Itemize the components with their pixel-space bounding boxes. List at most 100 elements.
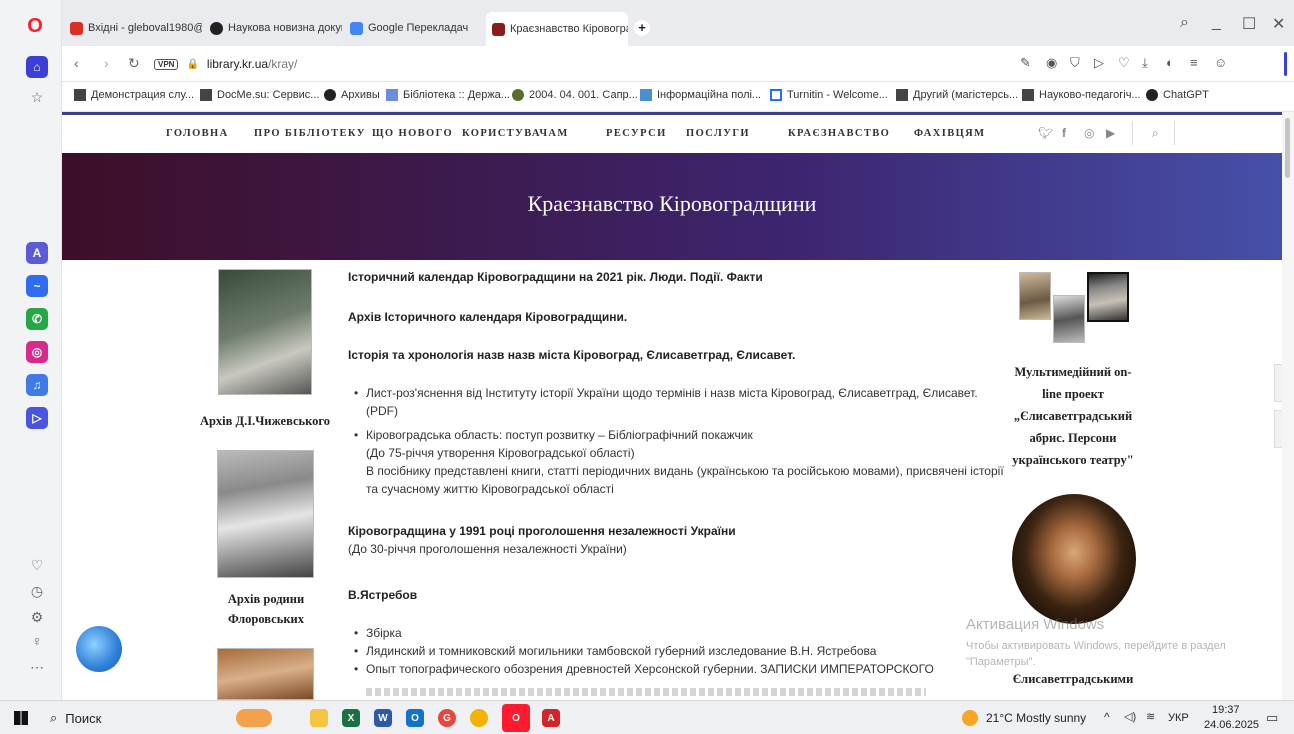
shevchenko-portrait[interactable] bbox=[1012, 494, 1136, 624]
clock-time[interactable]: 19:37 bbox=[1212, 704, 1240, 716]
word-icon[interactable]: W bbox=[374, 709, 392, 727]
nav-home[interactable]: ГОЛОВНА bbox=[166, 128, 229, 139]
bookmark-item[interactable]: Архивы bbox=[324, 89, 380, 101]
bookmark-item[interactable]: Turnitin - Welcome... bbox=[770, 89, 888, 101]
tips-icon[interactable]: ♀ bbox=[28, 632, 46, 650]
new-tab-button[interactable]: + bbox=[634, 20, 650, 36]
excel-icon[interactable]: X bbox=[342, 709, 360, 727]
weather-text[interactable]: 21°C Mostly sunny bbox=[986, 711, 1086, 725]
multimedia-project-line3[interactable]: „Єлисаветградський bbox=[998, 409, 1148, 424]
opera-logo-icon[interactable]: O bbox=[24, 15, 46, 37]
music-icon[interactable]: ♫ bbox=[26, 374, 48, 396]
network-icon[interactable]: ≋ bbox=[1146, 710, 1155, 723]
bookmark-item[interactable]: Другий (магістерсь... bbox=[896, 89, 1018, 101]
multimedia-project-line4[interactable]: абрис. Персони bbox=[998, 431, 1148, 446]
more-icon[interactable]: ⋯ bbox=[28, 658, 46, 676]
send-icon[interactable]: ▷ bbox=[1094, 55, 1104, 71]
chyzhevsky-portrait[interactable] bbox=[218, 269, 312, 395]
history-icon[interactable]: ◷ bbox=[28, 582, 46, 600]
vpn-badge[interactable]: VPN bbox=[154, 58, 179, 70]
reload-icon[interactable]: ↻ bbox=[128, 55, 140, 72]
heart-icon[interactable]: ♡ bbox=[1118, 55, 1130, 71]
nav-local-history[interactable]: КРАЄЗНАВСТВО bbox=[788, 128, 890, 139]
back-icon[interactable]: ‹ bbox=[74, 55, 79, 71]
font-size-button[interactable]: тT bbox=[1274, 410, 1282, 448]
globe-icon[interactable] bbox=[76, 626, 122, 672]
url-field[interactable]: VPN 🔒 library.kr.ua/kray/ bbox=[154, 52, 1014, 76]
bookmark-item[interactable]: Демонстрация слу... bbox=[74, 89, 194, 101]
instagram-icon[interactable]: ◎ bbox=[1084, 126, 1094, 140]
independence-1991-link[interactable]: Кіровоградщина у 1991 році проголошення … bbox=[348, 522, 998, 540]
weather-icon[interactable] bbox=[962, 710, 978, 726]
theatre-photo-3[interactable] bbox=[1087, 272, 1129, 322]
pdf-label[interactable]: (PDF) bbox=[366, 402, 398, 420]
theatre-photo-1[interactable] bbox=[1019, 272, 1051, 320]
burial-grounds-bullet[interactable]: Лядинский и томниковский могильники тамб… bbox=[354, 642, 1006, 660]
third-portrait[interactable] bbox=[217, 648, 314, 700]
nav-news[interactable]: ЩО НОВОГО bbox=[372, 128, 453, 139]
close-button[interactable]: ✕ bbox=[1272, 14, 1285, 34]
topographic-review-bullet[interactable]: Опыт топографического обозрения древност… bbox=[354, 660, 1006, 678]
acrobat-icon[interactable]: A bbox=[542, 709, 560, 727]
multimedia-project-line2[interactable]: line проект bbox=[998, 387, 1148, 402]
youtube-icon[interactable]: ▶ bbox=[1106, 126, 1115, 140]
nav-specialists[interactable]: ФАХІВЦЯМ bbox=[914, 128, 985, 139]
shield-icon[interactable]: ⛉ bbox=[1070, 55, 1080, 71]
taskbar-search[interactable]: ⌕ Поиск bbox=[50, 710, 101, 726]
calendar-2021-link[interactable]: Історичний календар Кіровоградщини на 20… bbox=[348, 268, 998, 286]
city-names-history-link[interactable]: Історія та хронологія назв назв міста Кі… bbox=[348, 346, 998, 364]
nav-users[interactable]: КОРИСТУВАЧАМ bbox=[462, 128, 569, 139]
calendar-archive-link[interactable]: Архів Історичного календаря Кіровоградщи… bbox=[348, 308, 998, 326]
favorites-icon[interactable]: ♡ bbox=[28, 556, 46, 574]
speed-dial-icon[interactable]: ☆ bbox=[28, 88, 46, 106]
settings-icon[interactable]: ⚙ bbox=[28, 608, 46, 626]
tray-arrow-icon[interactable]: ^ bbox=[1104, 710, 1110, 724]
tab-translate[interactable]: Google Перекладач bbox=[344, 14, 482, 42]
profile-icon[interactable]: ☺ bbox=[1214, 55, 1227, 70]
instagram-icon[interactable]: ◎ bbox=[26, 341, 48, 363]
forward-icon[interactable]: › bbox=[104, 55, 109, 71]
chyzhevsky-archive-link[interactable]: Архів Д.І.Чижевського bbox=[194, 414, 336, 429]
edit-icon[interactable]: ✎ bbox=[1020, 55, 1031, 71]
florovsky-archive-link-2[interactable]: Флоровських bbox=[212, 612, 320, 627]
bookmark-item[interactable]: ChatGPT bbox=[1146, 89, 1209, 101]
twitter-icon[interactable]: 🐦︎ bbox=[1038, 126, 1053, 140]
chrome-icon[interactable]: G bbox=[438, 709, 456, 727]
tab-doc[interactable]: Наукова новизна докуме bbox=[204, 14, 342, 42]
facebook-icon[interactable]: f bbox=[1062, 126, 1066, 140]
theatre-photo-2[interactable] bbox=[1053, 295, 1085, 343]
language-indicator[interactable]: УКР bbox=[1168, 712, 1189, 724]
yastrebov-heading[interactable]: В.Ястребов bbox=[348, 586, 417, 604]
multimedia-project-line1[interactable]: Мультимедійний on- bbox=[998, 365, 1148, 380]
chrome-alt-icon[interactable] bbox=[470, 709, 488, 727]
tab-search-icon[interactable]: ⌕ bbox=[1180, 14, 1189, 32]
maximize-button[interactable]: ☐ bbox=[1242, 14, 1256, 34]
player-icon[interactable]: ▷ bbox=[26, 407, 48, 429]
search-icon[interactable]: ⌕ bbox=[1152, 126, 1159, 141]
download-icon[interactable]: ⤓ bbox=[1142, 55, 1148, 71]
bottom-caption[interactable]: Єлисаветградськими bbox=[998, 672, 1148, 687]
letter-bullet[interactable]: Лист-роз'яснення від Інституту історії У… bbox=[354, 384, 1006, 402]
home-icon[interactable]: ⌂ bbox=[26, 56, 48, 78]
bookmark-item[interactable]: Бібліотека :: Держа... bbox=[386, 89, 510, 101]
aria-icon[interactable]: A bbox=[26, 242, 48, 264]
whatsapp-icon[interactable]: ✆ bbox=[26, 308, 48, 330]
florovsky-portrait[interactable] bbox=[217, 450, 314, 578]
nav-about[interactable]: ПРО БІБЛІОТЕКУ bbox=[254, 128, 366, 139]
outlook-icon[interactable]: O bbox=[406, 709, 424, 727]
toggle-icon[interactable]: ◐ bbox=[1166, 55, 1174, 70]
messenger-icon[interactable]: ~ bbox=[26, 275, 48, 297]
collection-bullet[interactable]: Збірка bbox=[354, 624, 402, 642]
bookmark-item[interactable]: DocMe.su: Сервис... bbox=[200, 89, 319, 101]
page-scrollbar[interactable] bbox=[1282, 112, 1294, 700]
news-widget-icon[interactable] bbox=[236, 709, 272, 727]
file-explorer-icon[interactable] bbox=[310, 709, 328, 727]
scrollbar-thumb[interactable] bbox=[1285, 118, 1290, 178]
start-button[interactable] bbox=[14, 711, 28, 725]
clock-date[interactable]: 24.06.2025 bbox=[1204, 719, 1259, 731]
opera-taskbar-icon[interactable]: O bbox=[502, 704, 530, 732]
nav-resources[interactable]: РЕСУРСИ bbox=[606, 128, 667, 139]
bookmark-item[interactable]: Науково-педагогіч... bbox=[1022, 89, 1141, 101]
region-bibliography-bullet[interactable]: Кіровоградська область: поступ розвитку … bbox=[354, 426, 1006, 444]
menu-icon[interactable]: ≡ bbox=[1190, 55, 1198, 70]
